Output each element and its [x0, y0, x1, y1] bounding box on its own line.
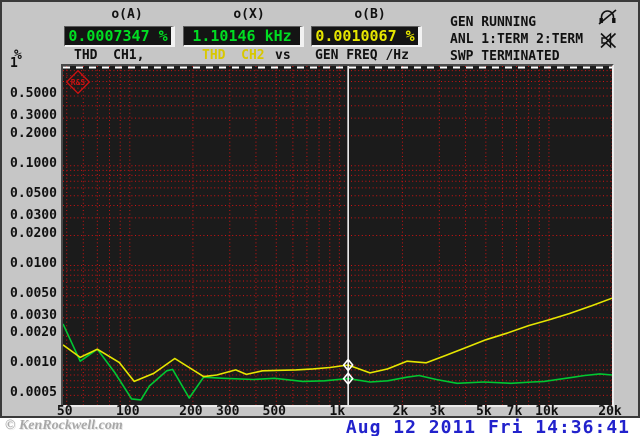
photo-footer: © KenRockwell.com Aug 12 2011 Fri 14:36:…	[0, 417, 640, 436]
y-tick-label: 0.1000	[10, 155, 57, 171]
trace1-descriptor: THD CH1,	[74, 48, 145, 63]
y-tick-label: 0.5000	[10, 86, 57, 102]
x-tick-label: 100	[116, 404, 140, 419]
headphones-muted-icon	[598, 9, 617, 25]
rohde-schwarz-logo-icon: R&S	[65, 69, 91, 95]
readout-x-value: 1.10146 kHz	[183, 26, 304, 47]
y-tick-label: 0.0010	[10, 355, 57, 371]
speaker-muted-icon	[600, 32, 617, 49]
x-tick-label: 500	[262, 404, 286, 419]
y-tick-label: 0.0005	[10, 385, 57, 401]
y-tick-label: 0.0030	[10, 307, 57, 323]
analyzer-status: ANL 1:TERM 2:TERM	[450, 32, 584, 47]
sweep-status: SWP TERMINATED	[450, 49, 560, 64]
readout-b-value: 0.0010067 %	[311, 26, 422, 47]
y-tick-label: 0.0050	[10, 285, 57, 301]
x-tick-label: 50	[56, 404, 73, 419]
plot-canvas	[63, 66, 612, 405]
y-tick-label: 1	[10, 56, 18, 71]
readout-x-label: o(X)	[233, 7, 265, 22]
y-tick-label: 0.0020	[10, 325, 57, 341]
y-tick-label: 0.0300	[10, 207, 57, 223]
readout-a-value: 0.0007347 %	[64, 26, 175, 47]
y-tick-label: 0.2000	[10, 125, 57, 141]
watermark: © KenRockwell.com	[5, 418, 123, 433]
thd-vs-frequency-plot: R&S	[61, 64, 614, 407]
readout-a-label: o(A)	[111, 7, 143, 22]
y-tick-label: 0.0100	[10, 255, 57, 271]
y-tick-label: 0.0500	[10, 185, 57, 201]
y-tick-label: 0.0200	[10, 225, 57, 241]
analyzer-screen: o(A) o(X) o(B) 0.0007347 % 1.10146 kHz 0…	[0, 0, 640, 419]
date-time-stamp: Aug 12 2011 Fri 14:36:41	[345, 417, 630, 436]
x-quantity-label: GEN FREQ /Hz	[315, 48, 409, 63]
y-tick-label: 0.3000	[10, 108, 57, 124]
readout-b-label: o(B)	[354, 7, 386, 22]
x-tick-label: 300	[216, 404, 240, 419]
generator-status: GEN RUNNING	[450, 15, 537, 30]
trace2-descriptor: THD CH2	[202, 48, 265, 63]
audio-analyzer-screenshot: o(A) o(X) o(B) 0.0007347 % 1.10146 kHz 0…	[0, 0, 640, 436]
vs-label: vs	[275, 48, 291, 63]
svg-text:R&S: R&S	[71, 78, 86, 87]
trace-ch2	[63, 297, 612, 383]
